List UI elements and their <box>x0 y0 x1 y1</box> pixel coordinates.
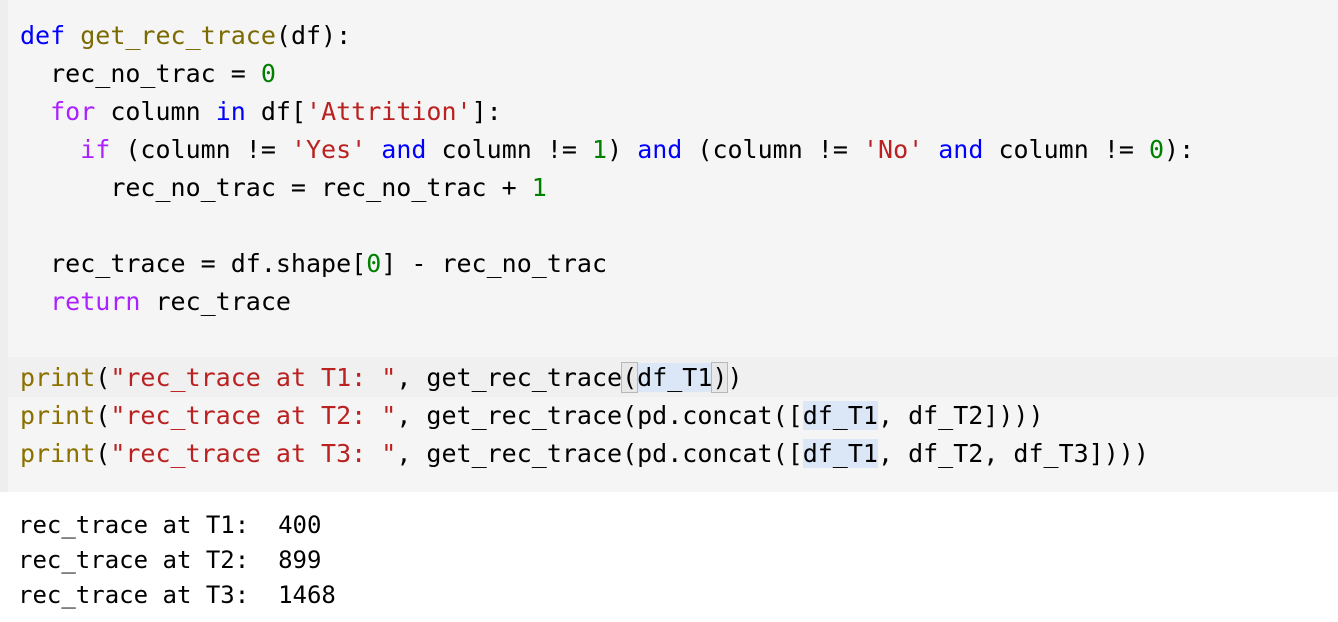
highlighted-identifier: df_T1 <box>802 401 878 430</box>
code-text: rec_trace <box>140 287 291 316</box>
if-keyword: if <box>80 135 111 164</box>
code-text: column != <box>426 135 593 164</box>
output-line-2: rec_trace at T2: 899 <box>18 546 322 574</box>
code-text: column <box>95 97 216 126</box>
string-literal: "rec_trace at T1: " <box>110 363 397 392</box>
code-line-1[interactable]: def get_rec_trace(df): <box>20 17 351 55</box>
code-text: ( <box>95 363 111 392</box>
code-line-10[interactable]: print("rec_trace at T1: ", get_rec_trace… <box>20 359 743 397</box>
number-literal: 1 <box>592 135 608 164</box>
highlighted-identifier: df_T1 <box>802 439 878 468</box>
string-literal: "rec_trace at T2: " <box>110 401 397 430</box>
print-builtin: print <box>20 439 96 468</box>
code-text: ) <box>727 363 743 392</box>
code-text: , get_rec_trace(pd.concat([ <box>396 439 803 468</box>
code-line-11[interactable]: print("rec_trace at T2: ", get_rec_trace… <box>20 397 1044 435</box>
code-text: column != <box>983 135 1149 164</box>
code-line-3[interactable]: for column in df['Attrition']: <box>20 93 502 131</box>
code-text: ]: <box>471 97 502 126</box>
string-literal: 'Attrition' <box>306 97 472 126</box>
for-keyword: for <box>50 97 96 126</box>
code-line-7[interactable]: rec_trace = df.shape[0] - rec_no_trac <box>20 245 607 283</box>
code-line-5[interactable]: rec_no_trac = rec_no_trac + 1 <box>20 169 547 207</box>
code-line-8[interactable]: return rec_trace <box>20 283 291 321</box>
return-keyword: return <box>50 287 141 316</box>
code-text: (column != <box>682 135 863 164</box>
code-text: , get_rec_trace <box>396 363 623 392</box>
string-literal: "rec_trace at T3: " <box>110 439 397 468</box>
function-signature: (df): <box>275 21 352 50</box>
code-text: ( <box>95 439 111 468</box>
number-literal: 0 <box>1148 135 1165 164</box>
code-text: df[ <box>245 97 307 126</box>
code-text: ] - rec_no_trac <box>381 249 608 278</box>
code-text: ( <box>95 401 111 430</box>
code-text: rec_no_trac = rec_no_trac + <box>110 173 532 202</box>
output-line-1: rec_trace at T1: 400 <box>18 511 322 539</box>
code-text: , get_rec_trace(pd.concat([ <box>396 401 803 430</box>
and-keyword: and <box>381 135 427 164</box>
code-line-12[interactable]: print("rec_trace at T3: ", get_rec_trace… <box>20 435 1149 473</box>
code-text: , df_T2]))) <box>877 401 1044 430</box>
def-keyword: def <box>20 21 66 50</box>
and-keyword: and <box>938 135 984 164</box>
code-line-4[interactable]: if (column != 'Yes' and column != 1) and… <box>20 131 1194 169</box>
highlighted-identifier: df_T1 <box>637 363 713 392</box>
number-literal: 1 <box>531 173 547 202</box>
code-line-2[interactable]: rec_no_trac = 0 <box>20 55 276 93</box>
code-text: (column != <box>110 135 291 164</box>
output-line-3: rec_trace at T3: 1468 <box>18 581 336 609</box>
code-text: ): <box>1164 135 1195 164</box>
function-name: get_rec_trace <box>80 21 276 50</box>
code-text: rec_trace = df.shape[ <box>50 249 367 278</box>
in-keyword: in <box>215 97 246 126</box>
matched-bracket: ) <box>711 362 729 393</box>
print-builtin: print <box>20 401 96 430</box>
code-text: = <box>215 59 261 88</box>
code-text: rec_no_trac <box>50 59 216 88</box>
number-literal: 0 <box>260 59 276 88</box>
and-keyword: and <box>637 135 683 164</box>
number-literal: 0 <box>366 249 382 278</box>
string-literal: 'Yes' <box>290 135 367 164</box>
print-builtin: print <box>20 363 96 392</box>
matched-bracket: ( <box>621 362 639 393</box>
string-literal: 'No' <box>862 135 924 164</box>
code-text: ) <box>607 135 638 164</box>
code-text: , df_T2, df_T3]))) <box>877 439 1149 468</box>
